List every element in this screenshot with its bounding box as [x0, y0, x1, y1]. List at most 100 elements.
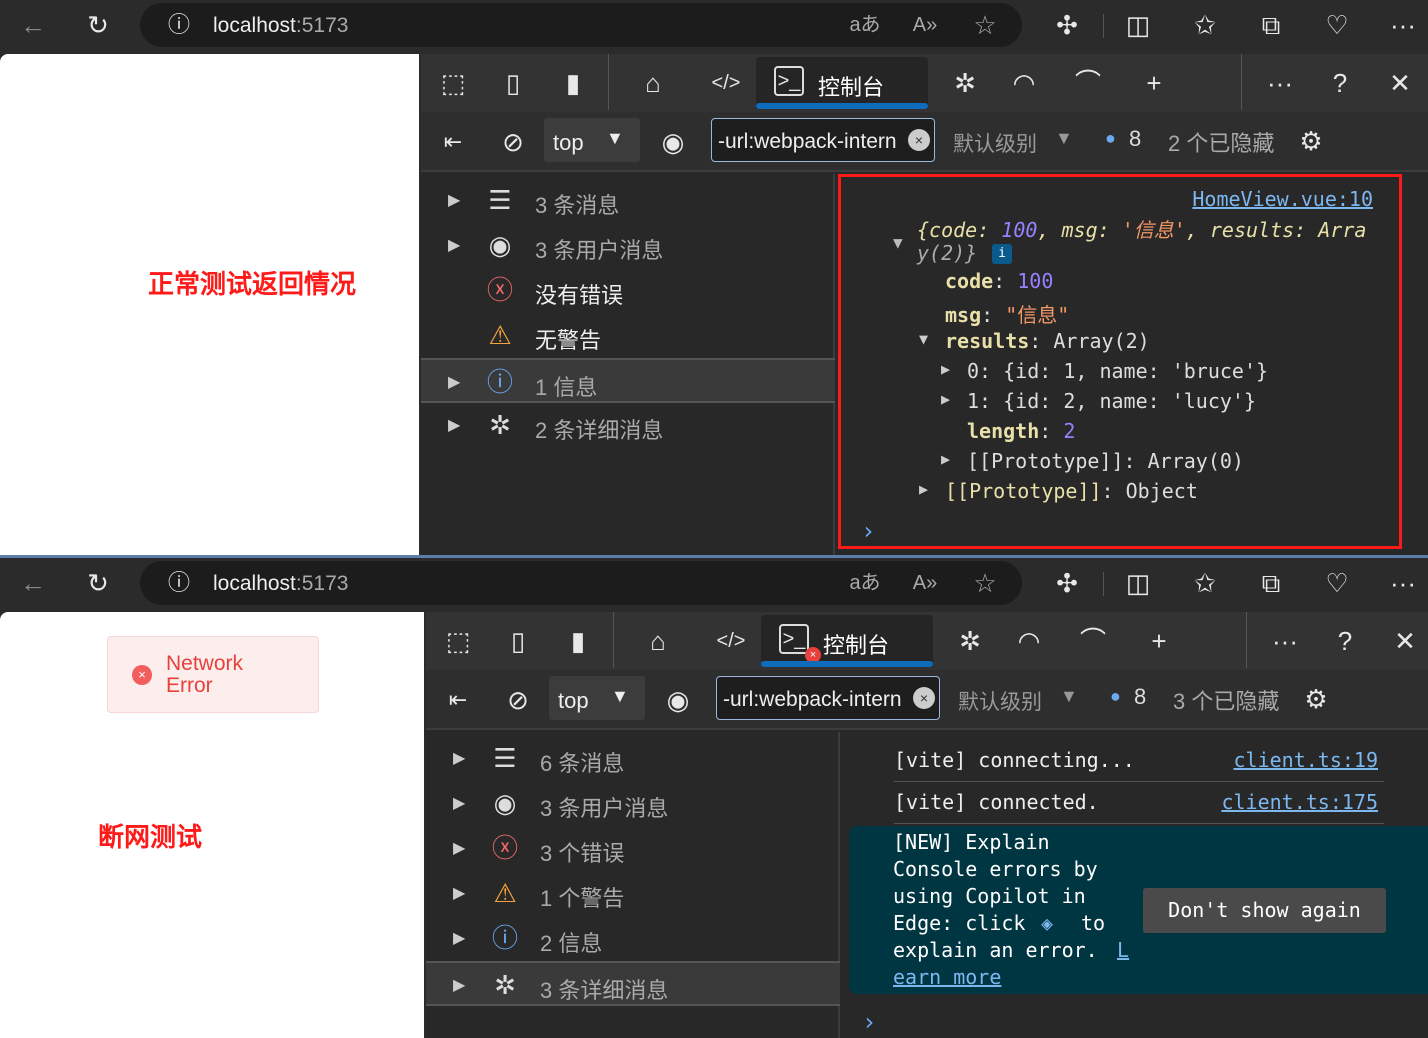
console-settings-icon[interactable]: ⚙	[1299, 682, 1333, 716]
address-bar[interactable]: ⓘ localhost:5173 aあ A» ☆	[140, 561, 1022, 605]
sidebar-item-0[interactable]: ▶ ☰ 3 条消息	[421, 178, 835, 223]
device-emulation-icon[interactable]: ▯	[501, 624, 535, 658]
property-row[interactable]: ▶ 1: {id: 2, name: 'lucy'}	[841, 387, 1399, 417]
expand-arrow-icon[interactable]: ▶	[941, 390, 950, 408]
sidebar-item-3[interactable]: ▶ ⚠ 1 个警告	[426, 871, 840, 916]
expand-arrow-icon[interactable]: ▶	[941, 450, 950, 468]
address-text[interactable]: localhost:5173	[213, 14, 348, 38]
context-selector[interactable]: top ▼	[544, 118, 640, 162]
property-row[interactable]: ▶ 0: {id: 1, name: 'bruce'}	[841, 357, 1399, 387]
inspect-element-icon[interactable]: ⬚	[436, 66, 470, 100]
sidebar-item-2[interactable]: ▶ ⓧ 3 个错误	[426, 826, 840, 871]
network-icon[interactable]: ◠	[1012, 624, 1046, 658]
clear-console-icon[interactable]: ⊘	[496, 125, 530, 159]
address-bar[interactable]: ⓘ localhost:5173 aあ A» ☆	[140, 3, 1022, 47]
collections-icon[interactable]: ⧉	[1254, 8, 1288, 42]
tab-console[interactable]: >_ 控制台	[756, 57, 928, 109]
collapse-arrow-icon[interactable]: ▼	[893, 233, 903, 252]
sidebar-toggle-icon[interactable]: ⇤	[436, 125, 470, 159]
live-expression-icon[interactable]: ◉	[661, 683, 695, 717]
back-icon[interactable]: ←	[16, 566, 50, 600]
clear-filter-icon[interactable]: ×	[908, 129, 930, 151]
log-level-selector[interactable]: 默认级别	[958, 686, 1042, 716]
performance-icon[interactable]: ⌒	[1076, 624, 1110, 658]
address-text[interactable]: localhost:5173	[213, 572, 348, 596]
extensions-icon[interactable]: ✣	[1050, 566, 1084, 600]
network-icon[interactable]: ◠	[1007, 66, 1041, 100]
log-level-selector[interactable]: 默认级别	[953, 128, 1037, 158]
more-icon[interactable]: ···	[1386, 566, 1420, 600]
add-tool-icon[interactable]: +	[1137, 66, 1171, 100]
performance-icon[interactable]: ⌒	[1071, 66, 1105, 100]
inspect-element-icon[interactable]: ⬚	[441, 624, 475, 658]
console-settings-icon[interactable]: ⚙	[1294, 124, 1328, 158]
collections-icon[interactable]: ⧉	[1254, 566, 1288, 600]
close-devtools-icon[interactable]: ✕	[1388, 624, 1422, 658]
health-icon[interactable]: ♡	[1320, 8, 1354, 42]
device-emulation-icon[interactable]: ▯	[496, 66, 530, 100]
translate-icon[interactable]: aあ	[848, 566, 882, 600]
dock-side-icon[interactable]: ▮	[556, 66, 590, 100]
filter-input[interactable]: -url:webpack-intern ×	[716, 676, 940, 720]
sidebar-item-5[interactable]: ▶ ✲ 2 条详细消息	[421, 403, 835, 448]
source-link[interactable]: client.ts:175	[1221, 790, 1378, 814]
help-icon[interactable]: ?	[1323, 66, 1357, 100]
back-icon[interactable]: ←	[16, 8, 50, 42]
favorite-star-icon[interactable]: ☆	[968, 8, 1002, 42]
learn-more-link[interactable]: L	[1117, 938, 1129, 962]
favorite-star-icon[interactable]: ☆	[968, 566, 1002, 600]
learn-more-link-cont[interactable]: earn more	[893, 965, 1001, 989]
refresh-icon[interactable]: ↻	[81, 8, 115, 42]
elements-icon[interactable]: </>	[714, 624, 748, 658]
sources-bug-icon[interactable]: ✲	[948, 66, 982, 100]
sidebar-item-1[interactable]: ▶ ◉ 3 条用户消息	[421, 223, 835, 268]
more-tools-icon[interactable]: ···	[1268, 624, 1302, 658]
object-summary[interactable]: {code: 100, msg: '信息', results: Arra	[917, 214, 1366, 243]
welcome-home-icon[interactable]: ⌂	[641, 624, 675, 658]
read-aloud-icon[interactable]: A»	[908, 566, 942, 600]
sources-bug-icon[interactable]: ✲	[953, 624, 987, 658]
extensions-icon[interactable]: ✣	[1050, 8, 1084, 42]
sidebar-item-4[interactable]: ▶ ⓘ 2 信息	[426, 916, 840, 961]
translate-icon[interactable]: aあ	[848, 8, 882, 42]
sidebar-item-5[interactable]: ▶ ✲ 3 条详细消息	[426, 961, 840, 1006]
console-prompt-icon[interactable]: ›	[861, 517, 875, 545]
split-screen-icon[interactable]: ◫	[1121, 8, 1155, 42]
help-icon[interactable]: ?	[1328, 624, 1362, 658]
close-devtools-icon[interactable]: ✕	[1383, 66, 1417, 100]
sidebar-item-2[interactable]: ⓧ 没有错误	[421, 268, 835, 313]
property-row[interactable]: ▶ [[Prototype]]: Array(0)	[841, 447, 1399, 477]
source-link[interactable]: client.ts:19	[1234, 748, 1379, 772]
dont-show-again-button[interactable]: Don't show again	[1143, 888, 1386, 933]
favorites-icon[interactable]: ✩	[1188, 8, 1222, 42]
welcome-home-icon[interactable]: ⌂	[636, 66, 670, 100]
elements-icon[interactable]: </>	[709, 66, 743, 100]
sidebar-item-1[interactable]: ▶ ◉ 3 条用户消息	[426, 781, 840, 826]
dock-side-icon[interactable]: ▮	[561, 624, 595, 658]
more-tools-icon[interactable]: ···	[1263, 66, 1297, 100]
clear-console-icon[interactable]: ⊘	[501, 683, 535, 717]
sidebar-item-3[interactable]: ⚠ 无警告	[421, 313, 835, 358]
tab-console[interactable]: >_ × 控制台	[761, 615, 933, 667]
read-aloud-icon[interactable]: A»	[908, 8, 942, 42]
expand-arrow-icon[interactable]: ▼	[919, 330, 928, 348]
copilot-icon[interactable]: ◈	[1041, 911, 1053, 935]
favorites-icon[interactable]: ✩	[1188, 566, 1222, 600]
sidebar-item-0[interactable]: ▶ ☰ 6 条消息	[426, 736, 840, 781]
clear-filter-icon[interactable]: ×	[913, 687, 935, 709]
expand-arrow-icon[interactable]: ▶	[919, 480, 928, 498]
live-expression-icon[interactable]: ◉	[656, 125, 690, 159]
refresh-icon[interactable]: ↻	[81, 566, 115, 600]
add-tool-icon[interactable]: +	[1142, 624, 1176, 658]
sidebar-toggle-icon[interactable]: ⇤	[441, 683, 475, 717]
source-link[interactable]: HomeView.vue:10	[1192, 187, 1373, 211]
more-icon[interactable]: ···	[1386, 8, 1420, 42]
filter-input[interactable]: -url:webpack-intern ×	[711, 118, 935, 162]
context-selector[interactable]: top ▼	[549, 676, 645, 720]
sidebar-item-4[interactable]: ▶ ⓘ 1 信息	[421, 358, 835, 403]
health-icon[interactable]: ♡	[1320, 566, 1354, 600]
property-row[interactable]: ▶ [[Prototype]]: Object	[841, 477, 1399, 507]
property-row[interactable]: ▼ results: Array(2)	[841, 327, 1399, 357]
split-screen-icon[interactable]: ◫	[1121, 566, 1155, 600]
console-prompt-icon[interactable]: ›	[862, 1008, 876, 1036]
